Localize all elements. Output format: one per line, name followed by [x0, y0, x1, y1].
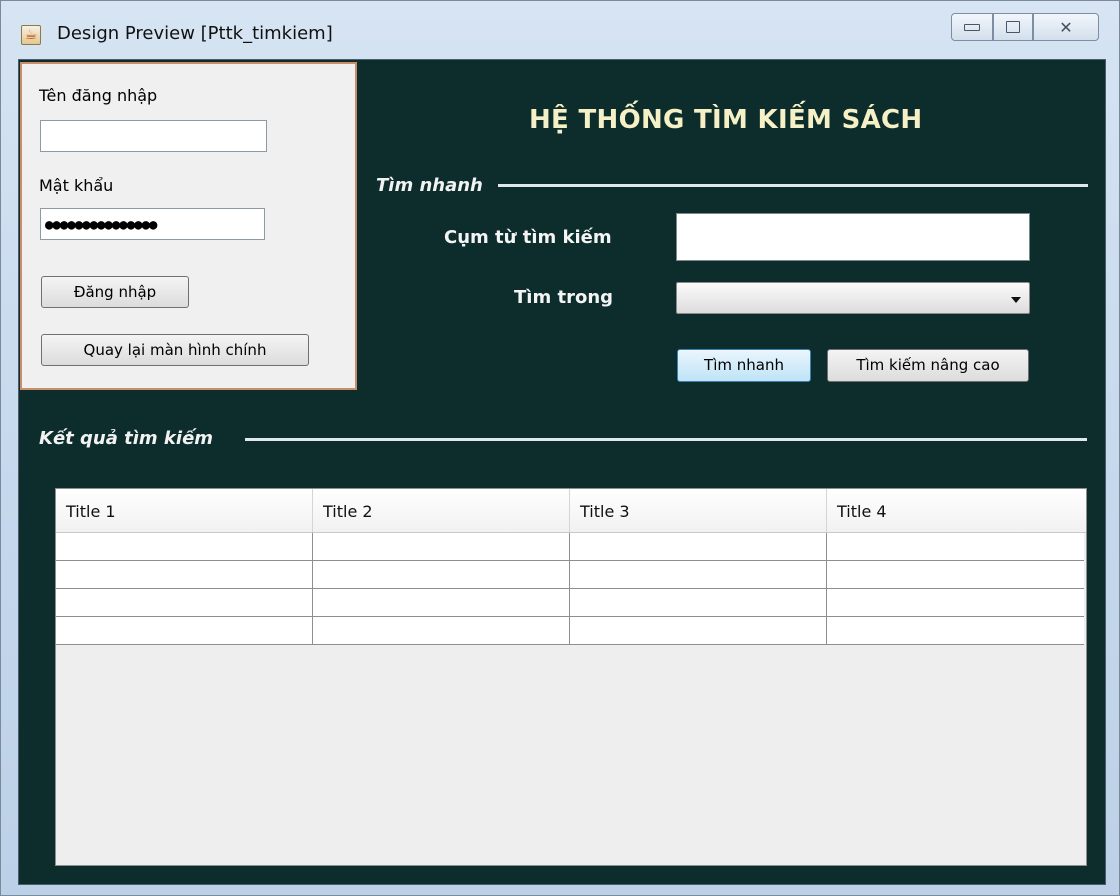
table-cell[interactable] — [827, 589, 1084, 617]
maximize-icon — [1006, 21, 1020, 33]
search-in-label: Tìm trong — [514, 287, 614, 308]
table-row[interactable] — [56, 617, 1086, 645]
results-section-label: Kết quả tìm kiếm — [39, 428, 214, 449]
close-icon: ✕ — [1059, 17, 1073, 37]
app-window: ☕ Design Preview [Pttk_timkiem] ✕ Tên đă… — [0, 0, 1120, 896]
results-table[interactable]: Title 1 Title 2 Title 3 Title 4 — [55, 488, 1087, 866]
advanced-search-button[interactable]: Tìm kiếm nâng cao — [827, 349, 1029, 382]
column-header[interactable]: Title 1 — [56, 489, 313, 532]
table-cell[interactable] — [827, 533, 1084, 561]
table-cell[interactable] — [56, 589, 313, 617]
table-cell[interactable] — [827, 617, 1084, 645]
table-cell[interactable] — [56, 561, 313, 589]
title-bar[interactable]: ☕ Design Preview [Pttk_timkiem] ✕ — [1, 1, 1120, 59]
table-header: Title 1 Title 2 Title 3 Title 4 — [56, 489, 1086, 533]
window-title: Design Preview [Pttk_timkiem] — [57, 23, 333, 44]
quick-search-button[interactable]: Tìm nhanh — [677, 349, 811, 382]
minimize-icon — [964, 23, 980, 31]
results-divider — [245, 438, 1087, 441]
chevron-down-icon — [1011, 297, 1021, 303]
close-button[interactable]: ✕ — [1033, 13, 1099, 41]
search-in-select[interactable] — [676, 282, 1030, 314]
table-row[interactable] — [56, 589, 1086, 617]
quick-search-section-label: Tìm nhanh — [376, 175, 483, 196]
column-header[interactable]: Title 3 — [570, 489, 827, 532]
column-header[interactable]: Title 2 — [313, 489, 570, 532]
window-controls: ✕ — [951, 13, 1099, 41]
table-cell[interactable] — [313, 617, 570, 645]
table-cell[interactable] — [56, 533, 313, 561]
table-body — [56, 533, 1086, 645]
page-title: HỆ THỐNG TÌM KIẾM SÁCH — [529, 105, 923, 135]
table-cell[interactable] — [313, 533, 570, 561]
table-cell[interactable] — [570, 561, 827, 589]
minimize-button[interactable] — [951, 13, 993, 41]
table-row[interactable] — [56, 561, 1086, 589]
table-cell[interactable] — [570, 533, 827, 561]
table-row[interactable] — [56, 533, 1086, 561]
quick-search-divider — [498, 184, 1088, 187]
column-header[interactable]: Title 4 — [827, 489, 1084, 532]
login-panel: Tên đăng nhập Mật khẩu ●●●●●●●●●●●●●●● Đ… — [20, 62, 357, 390]
table-cell[interactable] — [56, 617, 313, 645]
table-cell[interactable] — [827, 561, 1084, 589]
username-field[interactable] — [40, 120, 267, 152]
password-value: ●●●●●●●●●●●●●●● — [45, 217, 157, 233]
maximize-button[interactable] — [993, 13, 1033, 41]
password-field[interactable]: ●●●●●●●●●●●●●●● — [40, 208, 265, 240]
search-phrase-input[interactable] — [676, 213, 1030, 261]
login-button[interactable]: Đăng nhập — [41, 276, 189, 308]
java-app-icon: ☕ — [21, 25, 41, 45]
table-cell[interactable] — [570, 589, 827, 617]
table-cell[interactable] — [313, 589, 570, 617]
table-cell[interactable] — [313, 561, 570, 589]
search-phrase-label: Cụm từ tìm kiếm — [444, 227, 612, 248]
back-to-main-button[interactable]: Quay lại màn hình chính — [41, 334, 309, 366]
username-label: Tên đăng nhập — [39, 86, 158, 105]
table-cell[interactable] — [570, 617, 827, 645]
password-label: Mật khẩu — [39, 176, 114, 195]
